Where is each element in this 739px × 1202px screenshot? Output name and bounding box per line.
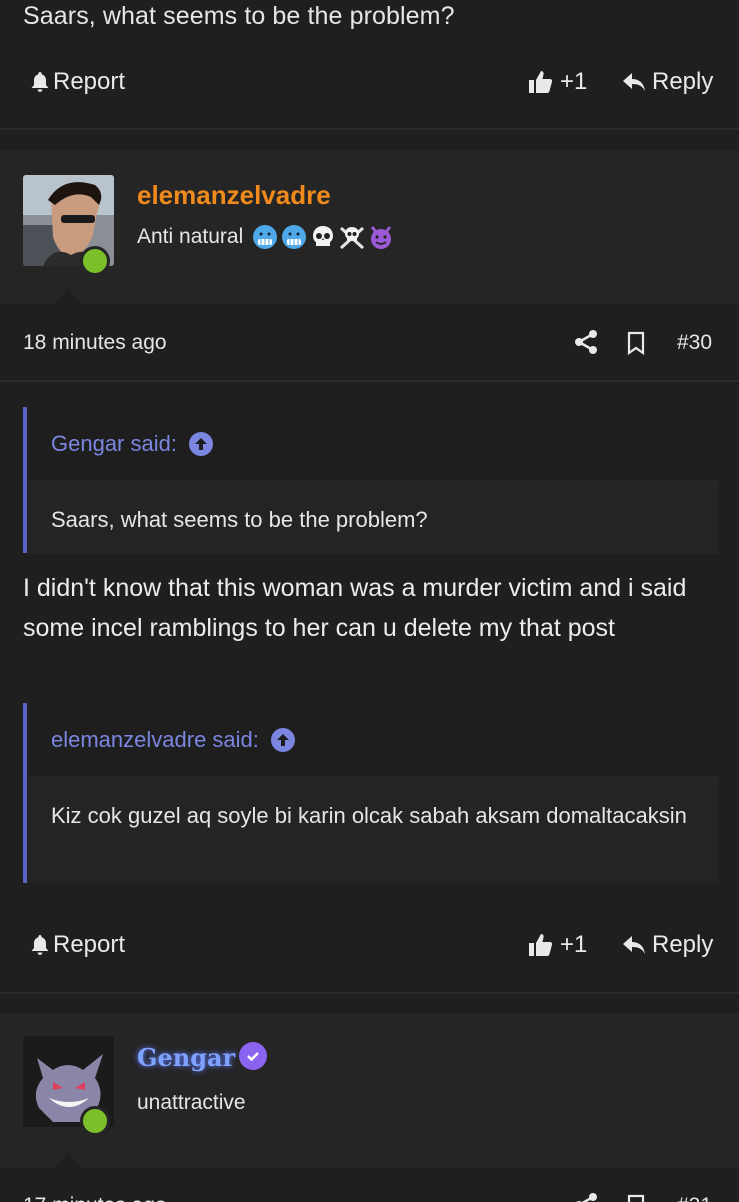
user-title: Anti natural	[137, 224, 394, 250]
bookmark-icon[interactable]	[627, 331, 645, 355]
like-button[interactable]: +1	[528, 68, 587, 96]
reply-button[interactable]: Reply	[622, 68, 713, 96]
quote-header[interactable]: Gengar said:	[27, 407, 719, 481]
post-meta: 18 minutes ago #30	[0, 323, 739, 363]
bell-icon	[31, 72, 49, 92]
user-card: elemanzelvadre Anti natural	[0, 150, 739, 304]
share-icon[interactable]	[574, 329, 598, 355]
username[interactable]: Gengar	[137, 1043, 235, 1072]
username[interactable]: elemanzelvadre	[137, 180, 331, 211]
reply-label: Reply	[652, 68, 714, 95]
quote-body: Kiz cok guzel aq soyle bi karin olcak sa…	[27, 777, 719, 883]
bell-icon	[31, 935, 49, 955]
thumbs-up-icon	[529, 71, 553, 93]
reply-arrow-icon	[623, 936, 645, 954]
like-button[interactable]: +1	[528, 931, 587, 959]
report-label: Report	[53, 68, 126, 95]
divider	[0, 380, 739, 382]
user-title-text: Anti natural	[137, 225, 244, 248]
smiling-imp-emoji-icon	[371, 226, 392, 249]
post-actions: Report +1 Reply	[0, 925, 739, 965]
quote-body: Saars, what seems to be the problem?	[27, 481, 719, 554]
post-message: I didn't know that this woman was a murd…	[23, 574, 687, 642]
bookmark-icon[interactable]	[627, 1194, 645, 1202]
quote-header[interactable]: elemanzelvadre said:	[27, 703, 719, 777]
like-count: +1	[560, 931, 588, 958]
reply-button[interactable]: Reply	[622, 931, 713, 959]
card-pointer	[52, 1153, 84, 1169]
quote-block: elemanzelvadre said: Kiz cok guzel aq so…	[23, 703, 719, 883]
report-label: Report	[53, 931, 126, 958]
verified-badge-icon	[239, 1042, 267, 1070]
post-number[interactable]: #31	[677, 1194, 712, 1202]
page: Saars, what seems to be the problem? Rep…	[0, 0, 739, 1202]
next-post-meta: 17 minutes ago #31	[0, 1186, 739, 1202]
online-indicator	[80, 246, 110, 276]
next-user-card: Gengar unattractive	[0, 1013, 739, 1168]
like-count: +1	[560, 68, 588, 95]
report-button[interactable]: Report	[30, 931, 125, 959]
reply-label: Reply	[652, 931, 714, 958]
card-pointer	[52, 289, 84, 305]
post-time[interactable]: 18 minutes ago	[23, 331, 167, 355]
post-time[interactable]: 17 minutes ago	[23, 1194, 167, 1202]
divider	[0, 128, 739, 130]
thumbs-up-icon	[529, 934, 553, 956]
skull-crossbones-emoji-icon	[340, 226, 365, 250]
user-title: unattractive	[137, 1091, 246, 1114]
arrow-up-icon[interactable]	[270, 727, 295, 752]
report-button[interactable]: Report	[30, 68, 125, 96]
reply-arrow-icon	[623, 73, 645, 91]
previous-post-actions: Report +1 Reply	[0, 62, 739, 102]
share-icon[interactable]	[574, 1192, 598, 1202]
post-number[interactable]: #30	[677, 331, 712, 355]
skull-emoji-icon	[313, 226, 334, 246]
cold-face-emoji-icon	[282, 225, 307, 249]
online-indicator	[80, 1106, 110, 1136]
cold-face-emoji-icon	[253, 225, 278, 249]
quote-author: elemanzelvadre said:	[51, 726, 259, 752]
divider	[0, 992, 739, 994]
arrow-up-icon[interactable]	[188, 431, 213, 456]
previous-post-text: Saars, what seems to be the problem?	[23, 2, 455, 30]
quote-author: Gengar said:	[51, 430, 177, 456]
quote-block: Gengar said: Saars, what seems to be the…	[23, 407, 719, 554]
